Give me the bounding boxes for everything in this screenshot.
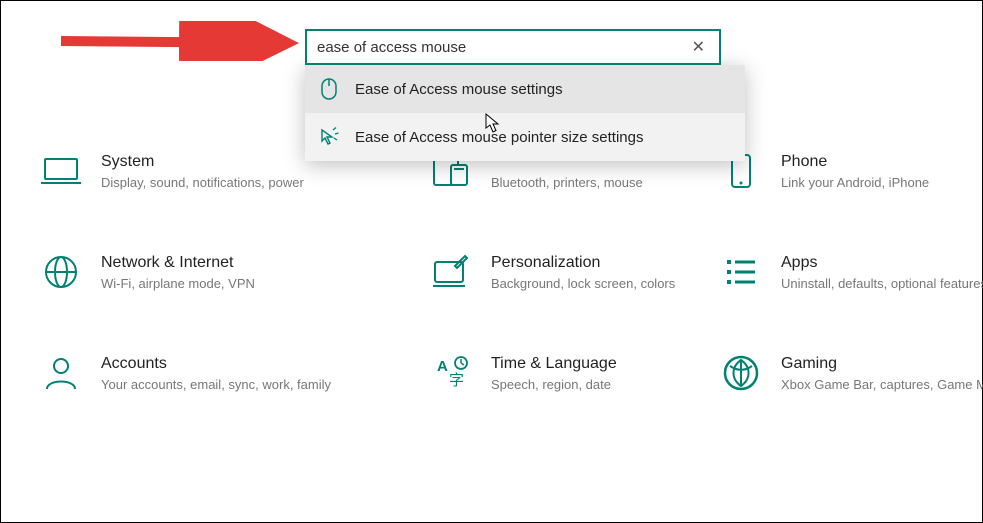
tile-title: System [101, 153, 304, 171]
tile-desc: Wi-Fi, airplane mode, VPN [101, 276, 255, 293]
svg-text:A: A [437, 358, 448, 375]
tile-desc: Display, sound, notifications, power [101, 175, 304, 192]
tile-desc: Bluetooth, printers, mouse [491, 175, 643, 192]
tile-title: Personalization [491, 254, 675, 272]
suggestion-ease-of-access-mouse-settings[interactable]: Ease of Access mouse settings [305, 65, 745, 113]
tile-phone[interactable]: Phone Link your Android, iPhone [721, 151, 983, 192]
pointer-click-icon [319, 127, 339, 147]
tile-time-language[interactable]: A字 Time & Language Speech, region, date [381, 353, 691, 394]
tile-accounts[interactable]: Accounts Your accounts, email, sync, wor… [41, 353, 351, 394]
tile-title: Network & Internet [101, 254, 255, 272]
gaming-icon [721, 353, 761, 393]
tile-apps[interactable]: Apps Uninstall, defaults, optional featu… [721, 252, 983, 293]
globe-icon [41, 252, 81, 292]
personalization-icon [431, 252, 471, 292]
tile-desc: Xbox Game Bar, captures, Game Mode [781, 377, 983, 394]
clear-icon[interactable]: ✕ [688, 37, 709, 57]
tile-title: Apps [781, 254, 983, 272]
tile-desc: Speech, region, date [491, 377, 617, 394]
settings-grid: System Display, sound, notifications, po… [41, 151, 982, 394]
accounts-icon [41, 353, 81, 393]
search-input[interactable] [317, 39, 688, 56]
tile-desc: Link your Android, iPhone [781, 175, 929, 192]
tile-title: Accounts [101, 355, 331, 373]
svg-text:字: 字 [449, 372, 464, 389]
tile-network[interactable]: Network & Internet Wi-Fi, airplane mode,… [41, 252, 351, 293]
tile-desc: Background, lock screen, colors [491, 276, 675, 293]
suggestion-label: Ease of Access mouse pointer size settin… [355, 129, 643, 146]
system-icon [41, 151, 81, 191]
tile-personalization[interactable]: Personalization Background, lock screen,… [381, 252, 691, 293]
tile-desc: Your accounts, email, sync, work, family [101, 377, 331, 394]
tile-title: Phone [781, 153, 929, 171]
mouse-icon [319, 79, 339, 99]
tile-title: Gaming [781, 355, 983, 373]
apps-icon [721, 252, 761, 292]
time-language-icon: A字 [431, 353, 471, 393]
tile-gaming[interactable]: Gaming Xbox Game Bar, captures, Game Mod… [721, 353, 983, 394]
suggestion-label: Ease of Access mouse settings [355, 81, 563, 98]
annotation-arrow [61, 21, 301, 61]
search-container: ✕ [305, 29, 721, 65]
search-box[interactable]: ✕ [305, 29, 721, 65]
tile-title: Time & Language [491, 355, 617, 373]
suggestion-ease-of-access-pointer-size[interactable]: Ease of Access mouse pointer size settin… [305, 113, 745, 161]
search-suggestions-dropdown: Ease of Access mouse settings Ease of Ac… [305, 65, 745, 161]
tile-desc: Uninstall, defaults, optional features [781, 276, 983, 293]
